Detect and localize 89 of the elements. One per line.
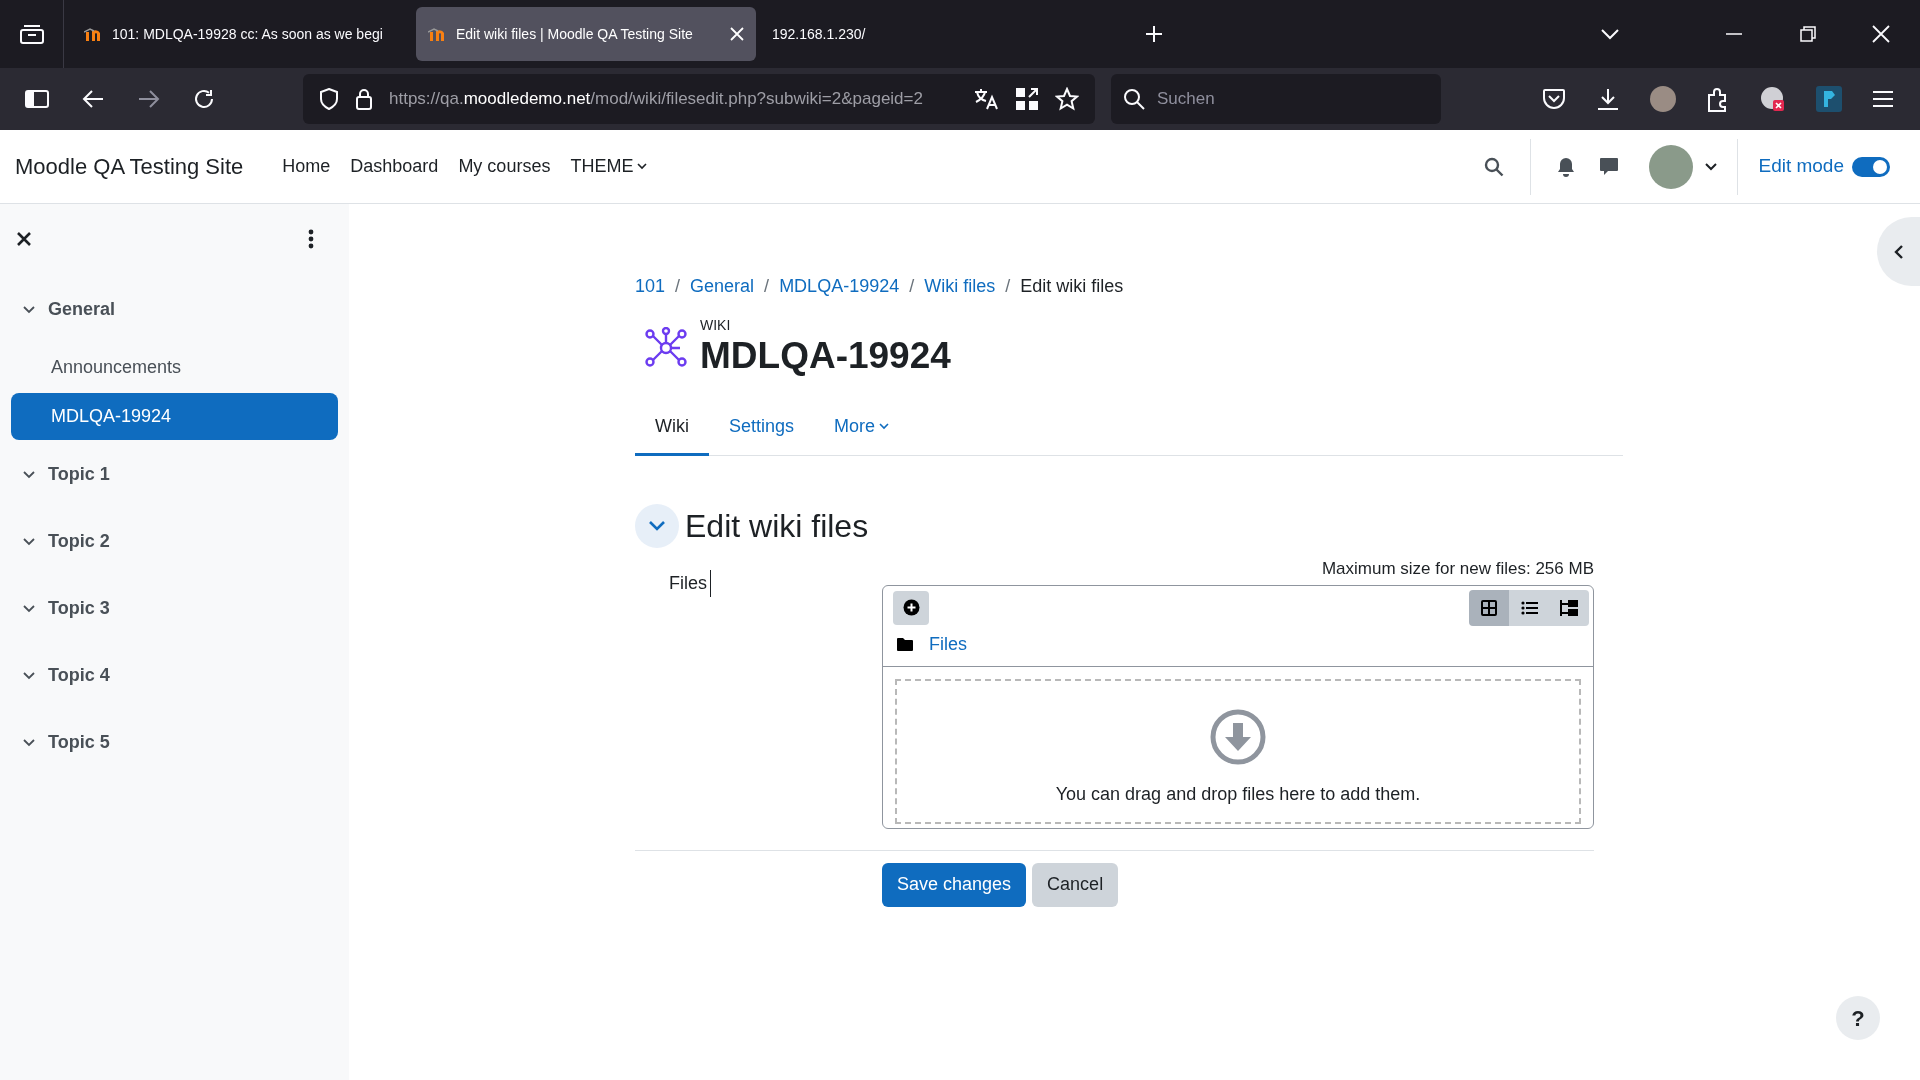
breadcrumb-separator: / (909, 274, 915, 298)
new-tab-icon[interactable] (1144, 24, 1164, 44)
reload-icon[interactable] (193, 88, 215, 110)
page-title: MDLQA-19924 (700, 334, 951, 378)
max-size-text: Maximum size for new files: 256 MB (1321, 558, 1594, 580)
breadcrumb-separator: / (1005, 274, 1011, 298)
grid-view-icon[interactable] (1469, 589, 1509, 626)
breadcrumb-link[interactable]: MDLQA-19924 (779, 272, 900, 300)
chevron-icon[interactable] (23, 604, 35, 613)
more-options-icon[interactable] (308, 229, 314, 249)
bookmark-star-icon[interactable] (1055, 87, 1079, 111)
cancel-button[interactable]: Cancel (1032, 862, 1119, 907)
shield-icon[interactable] (319, 88, 339, 110)
save-button[interactable]: Save changes (882, 862, 1027, 907)
address-bar[interactable]: https://qa.moodledemo.net/mod/wiki/filesedit.php?subwiki=2&pageid=2 (303, 74, 1095, 124)
drop-zone[interactable]: You can drag and drop files here to add them. (895, 678, 1581, 824)
chevron-icon[interactable] (23, 537, 35, 546)
page-tab[interactable]: Wiki (635, 399, 709, 456)
browser-tab[interactable]: 101: MDLQA-19928 cc: As soon as we begi (72, 7, 412, 61)
activity-type-label: WIKI (700, 317, 732, 333)
help-button[interactable]: ? (1836, 996, 1880, 1040)
nav-dropdown[interactable]: THEME (570, 153, 648, 180)
section-link[interactable]: Topic 5 (48, 729, 110, 756)
restore-icon[interactable] (1800, 26, 1816, 42)
collapse-button[interactable] (635, 504, 679, 548)
browser-tab[interactable]: Edit wiki files | Moodle QA Testing Site (416, 7, 756, 61)
nav-link[interactable]: Home (282, 153, 331, 180)
list-view-icon[interactable] (1509, 589, 1549, 626)
pocket-icon[interactable] (1542, 88, 1566, 110)
field-label: Files (669, 570, 711, 597)
lock-icon[interactable] (355, 88, 373, 110)
site-name[interactable]: Moodle QA Testing Site (15, 150, 244, 183)
edit-mode-toggle[interactable] (1852, 156, 1890, 177)
url-text[interactable]: https://qa.moodledemo.net/mod/wiki/filesedit.php?subwiki=2&pageid=2 (389, 86, 923, 112)
breadcrumb-link[interactable]: 101 (635, 272, 666, 300)
section-link[interactable]: Topic 4 (48, 662, 110, 689)
bell-icon[interactable] (1557, 156, 1576, 177)
chevron-icon[interactable] (23, 305, 35, 314)
grid-icon[interactable] (1015, 87, 1039, 111)
caret-icon[interactable] (1705, 162, 1718, 171)
search-field[interactable]: Suchen (1111, 74, 1441, 124)
chevron-left-icon (1893, 243, 1904, 260)
network-icon (644, 327, 688, 369)
plus-circle-icon (902, 599, 920, 616)
browser-tab[interactable]: 192.168.1.230/ (760, 7, 1100, 61)
breadcrumb-link[interactable]: General (690, 272, 755, 300)
drop-hint: You can drag and drop files here to add them. (1055, 782, 1421, 806)
breadcrumb-separator: / (675, 274, 681, 298)
section-link[interactable]: General (48, 296, 116, 323)
page-tab[interactable]: Settings (709, 399, 815, 456)
nav-link[interactable]: Dashboard (350, 153, 439, 180)
section-heading: Edit wiki files (685, 507, 869, 546)
sidebar-icon[interactable] (25, 89, 49, 109)
download-circle-icon (1210, 708, 1266, 765)
search-icon (1123, 88, 1145, 110)
chevron-down-icon (648, 520, 666, 532)
nav-link[interactable]: My courses (458, 153, 551, 180)
back-icon[interactable] (81, 89, 105, 109)
section-link[interactable]: Topic 1 (48, 461, 110, 488)
breadcrumb-current: Edit wiki files (1020, 274, 1124, 298)
add-file-button[interactable] (893, 590, 929, 625)
folder-icon (897, 638, 913, 651)
section-link[interactable]: Topic 3 (48, 595, 110, 622)
close-icon[interactable] (17, 232, 31, 246)
path-link[interactable]: Files (929, 631, 967, 658)
translate-icon[interactable] (973, 87, 999, 111)
close-tab-icon[interactable] (730, 27, 744, 41)
chat-icon[interactable] (1599, 156, 1620, 177)
tab-list-icon[interactable] (18, 23, 45, 45)
breadcrumb-link[interactable]: Wiki files (924, 272, 996, 300)
section-link[interactable]: Topic 2 (48, 528, 110, 555)
extension-icon[interactable] (1816, 86, 1842, 112)
download-icon[interactable] (1596, 87, 1620, 111)
page-tab[interactable]: More (814, 399, 910, 456)
menu-icon[interactable] (1872, 90, 1894, 108)
search-icon[interactable] (1484, 156, 1505, 177)
chevron-icon[interactable] (23, 671, 35, 680)
chevron-icon[interactable] (23, 738, 35, 747)
tree-view-icon[interactable] (1549, 589, 1589, 626)
forward-icon (137, 89, 161, 109)
breadcrumb-separator: / (764, 274, 770, 298)
edit-mode-label: Edit mode (1758, 154, 1844, 179)
drawer-toggle-button[interactable] (1877, 217, 1920, 286)
profile-avatar[interactable] (1650, 86, 1676, 112)
activity-link[interactable]: Announcements (11, 344, 338, 391)
activity-link[interactable]: MDLQA-19924 (11, 393, 338, 440)
extension-icon[interactable] (1760, 86, 1786, 112)
chevron-icon[interactable] (23, 470, 35, 479)
chevron-down-icon[interactable] (1600, 28, 1620, 40)
